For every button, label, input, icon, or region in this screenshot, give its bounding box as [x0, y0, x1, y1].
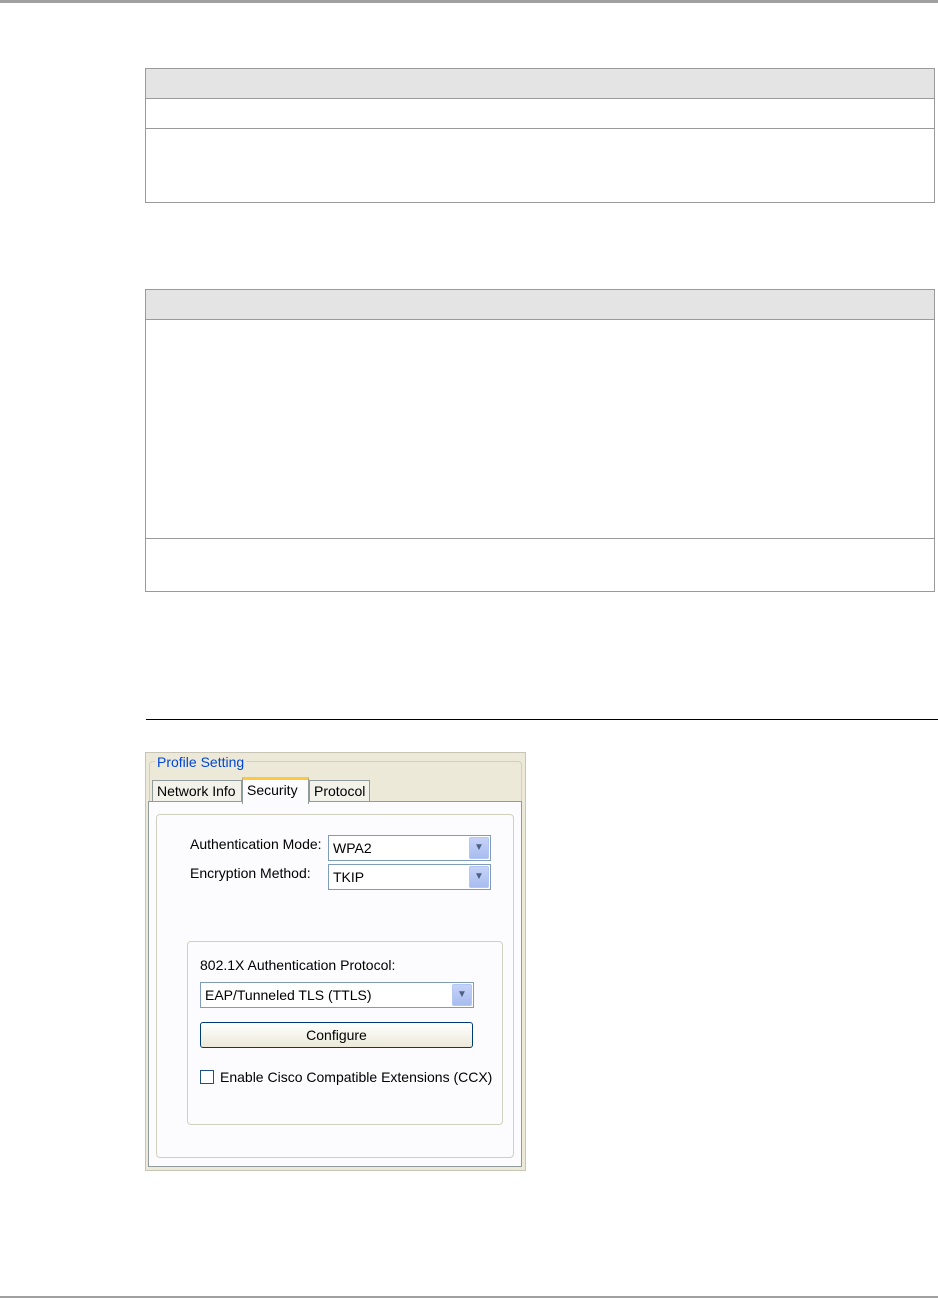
tab-protocol[interactable]: Protocol — [309, 780, 370, 802]
table-row — [146, 539, 934, 591]
encryption-value: TKIP — [333, 869, 365, 885]
page-bottom-rule — [0, 1296, 938, 1298]
page-top-rule — [0, 0, 938, 3]
tab-label: Network Info — [157, 783, 236, 799]
encryption-label: Encryption Method: — [190, 865, 311, 881]
tab-security[interactable]: Security — [242, 777, 309, 804]
auth-protocol-select[interactable]: EAP/Tunneled TLS (TTLS) ▼ — [200, 982, 474, 1008]
auth-mode-value: WPA2 — [333, 840, 372, 856]
ccx-label: Enable Cisco Compatible Extensions (CCX) — [220, 1069, 493, 1085]
auth-mode-select[interactable]: WPA2 ▼ — [328, 835, 491, 861]
auth-mode-label: Authentication Mode: — [190, 836, 322, 852]
encryption-select[interactable]: TKIP ▼ — [328, 864, 491, 890]
tab-network-info[interactable]: Network Info — [152, 780, 242, 802]
tab-label: Security — [247, 782, 298, 798]
table-row — [146, 99, 934, 129]
security-tab-panel: Authentication Mode: WPA2 ▼ Encryption M… — [148, 801, 522, 1167]
table-1 — [145, 68, 935, 203]
auth-protocol-frame: 802.1X Authentication Protocol: EAP/Tunn… — [187, 941, 503, 1125]
chevron-down-icon[interactable]: ▼ — [452, 984, 472, 1006]
group-title: Profile Setting — [155, 753, 247, 771]
table-1-header — [146, 69, 934, 99]
section-rule — [146, 719, 938, 720]
table-2 — [145, 289, 935, 592]
configure-label: Configure — [306, 1027, 367, 1043]
table-row — [146, 129, 934, 202]
ccx-checkbox[interactable] — [200, 1070, 214, 1084]
table-2-header — [146, 290, 934, 320]
auth-protocol-value: EAP/Tunneled TLS (TTLS) — [205, 987, 372, 1003]
tab-label: Protocol — [314, 783, 366, 799]
chevron-down-icon[interactable]: ▼ — [469, 837, 489, 859]
table-row — [146, 320, 934, 539]
chevron-down-icon[interactable]: ▼ — [469, 866, 489, 888]
configure-button[interactable]: Configure — [200, 1022, 473, 1048]
security-frame: Authentication Mode: WPA2 ▼ Encryption M… — [156, 814, 514, 1158]
auth-protocol-label: 802.1X Authentication Protocol: — [200, 957, 396, 973]
